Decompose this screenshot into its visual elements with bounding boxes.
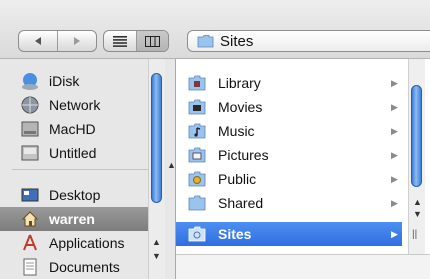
library-folder-icon	[188, 75, 206, 91]
sidebar-separator	[12, 169, 148, 170]
list-item-public[interactable]: Public ▶	[176, 167, 402, 191]
list-item-label: Library	[218, 75, 261, 91]
sidebar-item-applications[interactable]: Applications	[0, 231, 148, 255]
public-folder-icon	[188, 171, 206, 187]
column-scroll-thumb[interactable]	[411, 85, 422, 187]
path-label: Sites	[220, 32, 254, 50]
list-item-label: Shared	[218, 195, 264, 211]
list-view-button[interactable]	[104, 31, 136, 51]
toolbar: Sites	[0, 0, 430, 59]
movies-folder-icon	[188, 99, 206, 115]
finder-window: Sites iDisk Network MacHD Untitled Deskt…	[0, 0, 430, 279]
column-browser: Library ▶ Movies ▶ Music ▶ Pictures ▶ Pu…	[176, 59, 430, 279]
disclosure-arrow-icon: ▶	[391, 197, 398, 208]
triangle-right-icon	[74, 37, 80, 45]
sidebar-item-machd[interactable]: MacHD	[0, 117, 148, 141]
triangle-left-icon	[35, 37, 41, 45]
scroll-up-arrow-icon[interactable]: ▲	[152, 237, 161, 247]
path-popup[interactable]: Sites	[187, 30, 430, 52]
home-icon	[21, 211, 39, 227]
sidebar-item-label: Untitled	[49, 145, 97, 161]
column-resize-handle-icon[interactable]: ||	[412, 229, 417, 240]
desktop-icon	[21, 188, 39, 202]
view-mode-control	[103, 30, 169, 52]
sidebar-item-documents[interactable]: Documents	[0, 255, 148, 279]
sidebar-item-network[interactable]: Network	[0, 93, 148, 117]
list-item-music[interactable]: Music ▶	[176, 119, 402, 143]
list-item-movies[interactable]: Movies ▶	[176, 95, 402, 119]
back-forward-control	[18, 30, 97, 52]
sidebar: iDisk Network MacHD Untitled Desktop war…	[0, 59, 176, 279]
idisk-icon	[22, 73, 38, 90]
documents-icon	[23, 258, 37, 276]
list-item-sites[interactable]: Sites ▶	[176, 222, 402, 246]
sidebar-scroll-thumb[interactable]	[151, 73, 162, 203]
sidebar-item-label: Network	[49, 97, 101, 113]
disclosure-arrow-icon: ▶	[391, 149, 398, 160]
column-horizontal-scrollbar[interactable]	[176, 254, 430, 279]
sidebar-item-warren[interactable]: warren	[0, 207, 148, 231]
sidebar-item-desktop[interactable]: Desktop	[0, 183, 148, 207]
column-view-button[interactable]	[135, 31, 168, 51]
pictures-folder-icon	[188, 147, 206, 163]
list-item-label: Public	[218, 171, 257, 187]
list-item-label: Pictures	[218, 147, 269, 163]
disclosure-arrow-icon: ▶	[391, 228, 398, 239]
list-item-label: Movies	[218, 99, 263, 115]
folder-icon	[197, 35, 214, 48]
sites-folder-icon	[188, 226, 206, 242]
disk-icon	[21, 145, 39, 161]
sidebar-item-label: MacHD	[49, 121, 96, 137]
disclosure-arrow-icon: ▶	[391, 173, 398, 184]
folder-icon	[188, 195, 206, 211]
disclosure-arrow-icon: ▶	[391, 77, 398, 88]
scroll-up-arrow-icon[interactable]: ▲	[413, 197, 422, 207]
forward-button[interactable]	[57, 31, 96, 51]
list-item-label: Music	[218, 123, 255, 139]
back-button[interactable]	[19, 31, 57, 51]
sidebar-item-label: Applications	[49, 235, 125, 251]
list-item-label: Sites	[218, 226, 252, 242]
list-view-icon	[112, 35, 127, 47]
sidebar-item-label: iDisk	[49, 73, 80, 89]
applications-icon	[23, 234, 37, 251]
list-item-library[interactable]: Library ▶	[176, 71, 402, 95]
disclosure-arrow-icon: ▶	[391, 101, 398, 112]
hard-drive-icon	[21, 121, 39, 137]
sidebar-item-label: Documents	[49, 259, 120, 275]
column-view-icon	[144, 35, 160, 47]
sidebar-resize-handle-icon[interactable]: ▲	[167, 160, 176, 170]
sidebar-item-idisk[interactable]: iDisk	[0, 69, 148, 93]
sidebar-scrollbar[interactable]: ▲ ▼	[148, 59, 165, 279]
scroll-down-arrow-icon[interactable]: ▼	[152, 251, 161, 261]
list-item-pictures[interactable]: Pictures ▶	[176, 143, 402, 167]
sidebar-item-label: Desktop	[49, 187, 101, 203]
sidebar-item-untitled[interactable]: Untitled	[0, 141, 148, 165]
sidebar-item-label: warren	[49, 211, 95, 227]
music-folder-icon	[188, 123, 206, 139]
disclosure-arrow-icon: ▶	[391, 125, 398, 136]
scroll-down-arrow-icon[interactable]: ▼	[413, 209, 422, 219]
column-scrollbar[interactable]: ▲ ▼	[408, 59, 425, 254]
list-item-shared[interactable]: Shared ▶	[176, 191, 402, 215]
network-globe-icon	[21, 96, 39, 114]
